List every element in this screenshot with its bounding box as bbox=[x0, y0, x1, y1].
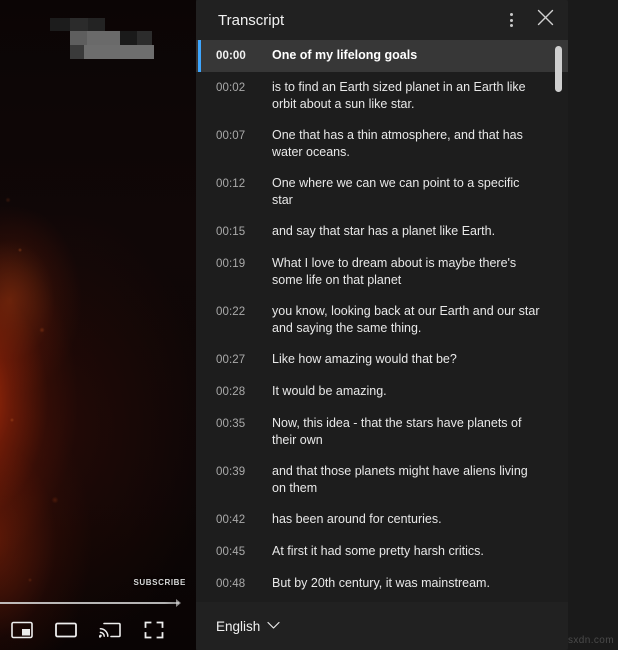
transcript-segment[interactable]: 00:22 you know, looking back at our Earth… bbox=[196, 296, 568, 344]
chevron-down-icon bbox=[267, 617, 280, 635]
video-player[interactable]: SUBSCRIBE bbox=[0, 0, 196, 650]
transcript-segment[interactable]: 00:51Alien worlds showed up in books and… bbox=[196, 600, 568, 602]
transcript-close-button[interactable] bbox=[528, 3, 562, 37]
transcript-segment[interactable]: 00:00 One of my lifelong goals bbox=[196, 40, 568, 72]
theater-mode-button[interactable] bbox=[44, 610, 88, 650]
miniplayer-button[interactable] bbox=[0, 610, 44, 650]
more-vertical-icon bbox=[509, 13, 513, 27]
segment-timestamp: 00:42 bbox=[216, 514, 246, 526]
segment-text: One of my lifelong goals bbox=[272, 48, 418, 62]
transcript-segment[interactable]: 00:28 It would be amazing. bbox=[196, 376, 568, 408]
segment-timestamp: 00:45 bbox=[216, 546, 246, 558]
transcript-header: Transcript bbox=[196, 0, 568, 40]
miniplayer-icon bbox=[11, 621, 33, 639]
progress-scrubber[interactable] bbox=[176, 599, 181, 607]
close-icon bbox=[537, 9, 554, 31]
segment-text: What I love to dream about is maybe ther… bbox=[272, 256, 517, 287]
segment-timestamp: 00:22 bbox=[216, 306, 246, 318]
segment-text: But by 20th century, it was mainstream. bbox=[272, 576, 490, 590]
language-label: English bbox=[216, 618, 261, 634]
transcript-segment[interactable]: 00:07 One that has a thin atmosphere, and… bbox=[196, 120, 568, 168]
transcript-segment[interactable]: 00:27 Like how amazing would that be? bbox=[196, 344, 568, 376]
segment-timestamp: 00:27 bbox=[216, 354, 246, 366]
segment-timestamp: 00:28 bbox=[216, 386, 246, 398]
transcript-scrollbar-thumb[interactable] bbox=[555, 46, 562, 92]
transcript-segment[interactable]: 00:42 has been around for centuries. bbox=[196, 504, 568, 536]
page-gutter: wsxdn.com bbox=[560, 0, 618, 650]
transcript-segment-list[interactable]: 00:00 One of my lifelong goals 00:02 is to … bbox=[196, 40, 568, 602]
language-selector[interactable]: English bbox=[214, 613, 286, 639]
segment-text: At first it had some pretty harsh critic… bbox=[272, 544, 484, 558]
segment-text: and say that star has a planet like Eart… bbox=[272, 224, 496, 238]
transcript-segment[interactable]: 00:35 Now, this idea - that the stars hav… bbox=[196, 408, 568, 456]
player-controls-bar bbox=[0, 610, 196, 650]
segment-timestamp: 00:00 bbox=[216, 50, 246, 62]
redacted-title-overlay bbox=[50, 14, 170, 64]
segment-text: One that has a thin atmosphere, and that… bbox=[272, 128, 523, 159]
segment-timestamp: 00:35 bbox=[216, 418, 246, 430]
transcript-menu-button[interactable] bbox=[494, 3, 528, 37]
segment-timestamp: 00:12 bbox=[216, 178, 246, 190]
segment-timestamp: 00:19 bbox=[216, 258, 246, 270]
video-nebula-detail bbox=[0, 0, 196, 650]
transcript-list-container: 00:00 One of my lifelong goals 00:02 is to … bbox=[196, 40, 568, 602]
transcript-footer: English bbox=[196, 602, 568, 650]
youtube-transcript-screen: SUBSCRIBE wsxdn.com Transcript 00:00 One… bbox=[0, 0, 618, 650]
segment-text: One where we can we can point to a speci… bbox=[272, 176, 520, 207]
segment-text: It would be amazing. bbox=[272, 384, 387, 398]
segment-timestamp: 00:48 bbox=[216, 578, 246, 590]
transcript-title: Transcript bbox=[218, 11, 285, 29]
segment-text: you know, looking back at our Earth and … bbox=[272, 304, 540, 335]
transcript-panel: Transcript 00:00 One of my lifelong goals… bbox=[196, 0, 568, 650]
site-watermark: wsxdn.com bbox=[560, 635, 614, 646]
segment-text: Like how amazing would that be? bbox=[272, 352, 457, 366]
transcript-segment[interactable]: 00:02 is to find an Earth sized planet in… bbox=[196, 72, 568, 120]
segment-timestamp: 00:15 bbox=[216, 226, 246, 238]
segment-text: is to find an Earth sized planet in an E… bbox=[272, 80, 526, 111]
cast-button[interactable] bbox=[88, 610, 132, 650]
transcript-segment[interactable]: 00:45 At first it had some pretty harsh c… bbox=[196, 536, 568, 568]
segment-text: and that those planets might have aliens… bbox=[272, 464, 528, 495]
segment-text: has been around for centuries. bbox=[272, 512, 442, 526]
cast-icon bbox=[99, 621, 121, 639]
segment-text: Now, this idea - that the stars have pla… bbox=[272, 416, 522, 447]
fullscreen-button[interactable] bbox=[132, 610, 176, 650]
video-progress-bar[interactable] bbox=[0, 602, 179, 604]
transcript-segment[interactable]: 00:15 and say that star has a planet like… bbox=[196, 216, 568, 248]
transcript-segment[interactable]: 00:12 One where we can we can point to a … bbox=[196, 168, 568, 216]
transcript-segment[interactable]: 00:48 But by 20th century, it was mainstr… bbox=[196, 568, 568, 600]
fullscreen-icon bbox=[144, 621, 164, 639]
segment-timestamp: 00:39 bbox=[216, 466, 246, 478]
subscribe-button[interactable]: SUBSCRIBE bbox=[133, 578, 186, 587]
segment-timestamp: 00:07 bbox=[216, 130, 246, 142]
segment-timestamp: 00:02 bbox=[216, 82, 246, 94]
theater-mode-icon bbox=[55, 621, 77, 639]
transcript-segment[interactable]: 00:39 and that those planets might have a… bbox=[196, 456, 568, 504]
transcript-segment[interactable]: 00:19 What I love to dream about is maybe… bbox=[196, 248, 568, 296]
